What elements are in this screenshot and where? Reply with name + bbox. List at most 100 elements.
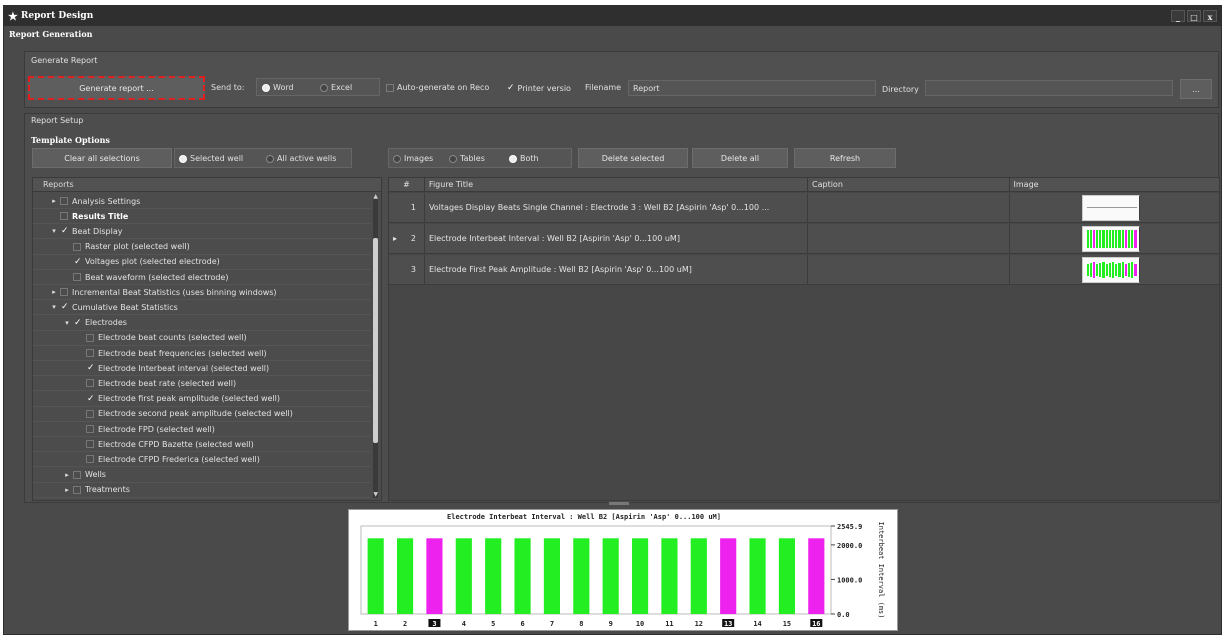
tree-item[interactable]: ▸ Wells xyxy=(33,468,371,483)
checkbox-icon[interactable] xyxy=(86,440,94,449)
tree-item-label: Electrode first peak amplitude (selected… xyxy=(98,394,280,404)
tree-item[interactable]: ▸ Treatments xyxy=(33,483,371,498)
tree-item[interactable]: Electrode beat rate (selected well) xyxy=(33,376,371,392)
caption-cell[interactable] xyxy=(808,224,1010,253)
thumbnail-bar xyxy=(1099,229,1102,248)
figure-thumbnail[interactable] xyxy=(1081,194,1140,221)
expand-arrow-icon[interactable]: ▸ xyxy=(50,197,58,205)
caption-cell[interactable] xyxy=(808,193,1010,222)
chart-x-tick-label: 6 xyxy=(520,620,524,628)
figure-thumbnail[interactable] xyxy=(1081,256,1140,283)
image-cell xyxy=(1010,224,1219,253)
both-radio[interactable]: Both xyxy=(509,154,539,163)
browse-directory-button[interactable]: ... xyxy=(1180,79,1212,99)
checkbox-icon[interactable] xyxy=(60,288,68,297)
printer-version-checkbox[interactable]: ✓ Printer versio xyxy=(507,83,571,93)
checkbox-icon[interactable] xyxy=(86,409,94,418)
tree-item[interactable]: Results Title xyxy=(33,209,371,225)
checkbox-icon[interactable] xyxy=(60,197,68,205)
auto-generate-label: Auto-generate on Reco xyxy=(397,83,490,92)
checkbox-icon[interactable] xyxy=(73,273,81,281)
tree-item[interactable]: ▾ ✓ Electrodes xyxy=(33,316,371,331)
tree-item[interactable]: ▾ ✓ Beat Display xyxy=(33,224,371,240)
images-radio[interactable]: Images xyxy=(393,154,433,163)
expand-arrow-icon[interactable]: ▾ xyxy=(50,227,58,235)
tree-item[interactable]: ▸ Analysis Settings xyxy=(33,194,371,209)
checkbox-icon[interactable] xyxy=(86,455,94,464)
generate-report-button[interactable]: Generate report ... xyxy=(28,76,205,100)
tree-item-label: Raster plot (selected well) xyxy=(85,242,190,252)
tree-item-label: Electrode CFPD Frederica (selected well) xyxy=(98,454,260,464)
send-excel-radio[interactable]: Excel xyxy=(320,83,352,92)
figure-thumbnail[interactable] xyxy=(1081,225,1140,252)
chart-x-tick-label: 9 xyxy=(609,620,613,628)
delete-selected-button[interactable]: Delete selected xyxy=(578,148,688,168)
tree-item[interactable]: ▸ Incremental Beat Statistics (uses binni… xyxy=(33,285,371,301)
tree-item[interactable]: ✓ Electrode Interbeat interval (selected … xyxy=(33,361,371,377)
expand-arrow-icon[interactable]: ▾ xyxy=(63,319,71,327)
tree-item[interactable]: Electrode beat frequencies (selected wel… xyxy=(33,346,371,361)
checkmark-icon[interactable]: ✓ xyxy=(86,364,95,373)
tree-item[interactable]: Electrode beat counts (selected well) xyxy=(33,331,371,346)
chart-svg: 1 2 3 4 5 6 7 8 9 10 11 12 13 14 15 162545.92000.01000.… xyxy=(360,522,885,628)
tree-item[interactable]: ✓ Electrode first peak amplitude (selecte… xyxy=(33,392,371,407)
checkbox-icon[interactable] xyxy=(86,425,94,433)
table-row[interactable]: ▸ 2 Electrode Interbeat Interval : Well B2… xyxy=(389,224,1219,254)
checkmark-icon[interactable]: ✓ xyxy=(60,303,69,312)
minimize-button[interactable]: _ xyxy=(1171,10,1185,22)
scroll-up-icon[interactable]: ▲ xyxy=(373,193,378,200)
clear-all-selections-button[interactable]: Clear all selections xyxy=(32,148,172,168)
caption-cell[interactable] xyxy=(808,255,1010,284)
directory-input[interactable] xyxy=(925,80,1173,96)
tree-item[interactable]: Raster plot (selected well) xyxy=(33,240,371,255)
checkmark-icon[interactable]: ✓ xyxy=(60,227,69,236)
checkbox-icon[interactable] xyxy=(86,333,94,342)
checkbox-icon[interactable] xyxy=(73,470,81,479)
tree-item-label: Treatments xyxy=(85,485,130,495)
reports-tree-header: Reports xyxy=(33,178,381,192)
close-button[interactable]: x xyxy=(1203,10,1217,22)
scroll-down-icon[interactable]: ▼ xyxy=(373,491,378,498)
filename-input[interactable]: Report xyxy=(628,80,876,96)
expand-arrow-icon[interactable]: ▾ xyxy=(50,303,58,311)
chart-x-tick-label: 12 xyxy=(695,620,703,628)
thumbnail-bar xyxy=(1118,262,1121,277)
tree-item[interactable]: Electrode CFPD Bazette (selected well) xyxy=(33,437,371,453)
checkbox-icon[interactable] xyxy=(60,212,68,221)
checkmark-icon[interactable]: ✓ xyxy=(73,318,82,327)
expand-arrow-icon[interactable]: ▸ xyxy=(63,486,71,494)
checkmark-icon[interactable]: ✓ xyxy=(86,394,95,403)
checkmark-icon[interactable]: ✓ xyxy=(73,257,82,266)
splitter-handle[interactable] xyxy=(609,502,629,505)
checkbox-icon[interactable] xyxy=(73,485,81,494)
expand-arrow-icon[interactable]: ▸ xyxy=(63,471,71,479)
tree-item[interactable]: Electrode FPD (selected well) xyxy=(33,422,371,437)
selected-well-radio[interactable]: Selected well xyxy=(179,154,243,163)
delete-all-button[interactable]: Delete all xyxy=(692,148,788,168)
checkbox-icon[interactable] xyxy=(86,379,94,388)
chart-bar xyxy=(426,538,443,614)
tree-item[interactable]: Electrode second peak amplitude (selecte… xyxy=(33,407,371,422)
checkbox-icon[interactable] xyxy=(73,242,81,251)
tree-item[interactable]: ▾ ✓ Cumulative Beat Statistics xyxy=(33,300,371,316)
chart-y-tick-label: 0.0 xyxy=(837,611,850,619)
expand-arrow-icon[interactable]: ▸ xyxy=(50,288,58,296)
maximize-button[interactable]: □ xyxy=(1187,10,1201,22)
checkbox-icon[interactable] xyxy=(86,349,94,357)
table-row[interactable]: 3 Electrode First Peak Amplitude : Well B… xyxy=(389,255,1219,285)
refresh-button[interactable]: Refresh xyxy=(794,148,896,168)
figures-grid: # Figure Title Caption Image 1 Voltages D… xyxy=(388,177,1220,501)
figure-title-cell: Electrode Interbeat Interval : Well B2 [… xyxy=(425,224,808,253)
radio-dot-icon xyxy=(179,154,187,163)
all-active-wells-radio[interactable]: All active wells xyxy=(266,154,336,163)
send-word-radio[interactable]: Word xyxy=(262,83,294,92)
tree-item[interactable]: Beat waveform (selected electrode) xyxy=(33,270,371,285)
auto-generate-checkbox[interactable]: Auto-generate on Reco xyxy=(386,83,489,92)
tree-item[interactable]: ✓ Voltages plot (selected electrode) xyxy=(33,255,371,270)
table-row[interactable]: 1 Voltages Display Beats Single Channel :… xyxy=(389,193,1219,223)
thumbnail-bar xyxy=(1086,263,1089,276)
thumbnail-bar xyxy=(1086,229,1089,248)
tables-radio[interactable]: Tables xyxy=(449,154,485,163)
tree-scrollbar-thumb[interactable] xyxy=(373,238,378,443)
tree-item[interactable]: Electrode CFPD Frederica (selected well) xyxy=(33,452,371,468)
